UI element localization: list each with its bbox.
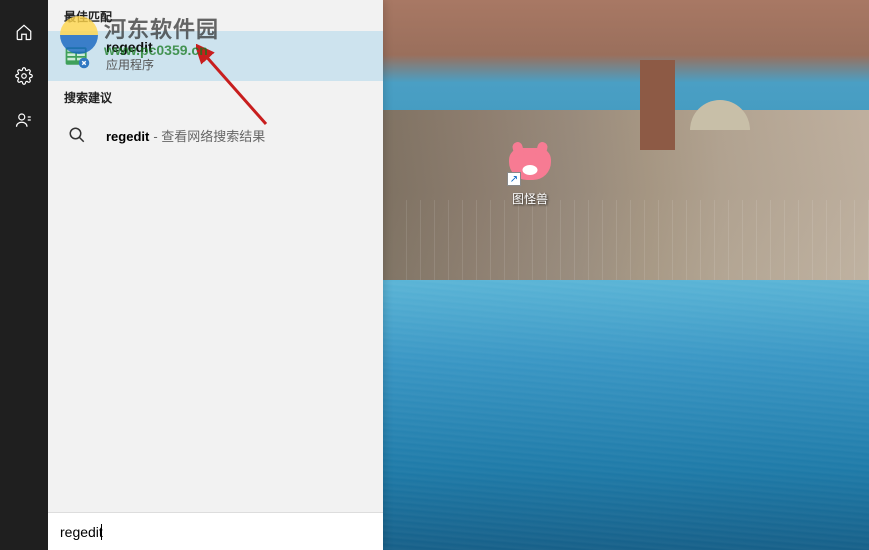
sidebar-home-button[interactable] <box>0 10 48 54</box>
wallpaper-masts <box>400 200 869 290</box>
result-web-suggest-regedit[interactable]: regedit - 查看网络搜索结果 <box>48 112 383 158</box>
start-search-panel: 最佳匹配 regedit 应用程序 搜索建议 <box>48 0 383 550</box>
wallpaper-tower <box>640 60 675 150</box>
search-results-area: 最佳匹配 regedit 应用程序 搜索建议 <box>48 0 383 512</box>
section-header-suggestions: 搜索建议 <box>48 81 383 112</box>
regedit-icon <box>62 41 92 71</box>
suggest-desc: - 查看网络搜索结果 <box>153 126 265 145</box>
shortcut-label: 图怪兽 <box>495 190 565 207</box>
shortcut-arrow-badge: ↗ <box>507 172 521 186</box>
home-icon <box>15 23 33 41</box>
result-subtitle: 应用程序 <box>106 56 154 73</box>
sidebar-settings-button[interactable] <box>0 54 48 98</box>
shortcut-icon: ↗ <box>507 140 553 186</box>
suggest-term: regedit <box>106 129 149 144</box>
start-search-sidebar <box>0 0 48 550</box>
result-title: regedit <box>106 39 154 55</box>
desktop-shortcut-tuguaishou[interactable]: ↗ 图怪兽 <box>495 140 565 207</box>
search-icon <box>62 120 92 150</box>
search-input-box[interactable]: regedit <box>48 512 383 550</box>
wallpaper-water <box>380 280 869 550</box>
section-header-best-match: 最佳匹配 <box>48 0 383 31</box>
result-regedit-app[interactable]: regedit 应用程序 <box>48 31 383 81</box>
sidebar-user-button[interactable] <box>0 98 48 142</box>
gear-icon <box>15 67 33 85</box>
user-icon <box>15 111 33 129</box>
